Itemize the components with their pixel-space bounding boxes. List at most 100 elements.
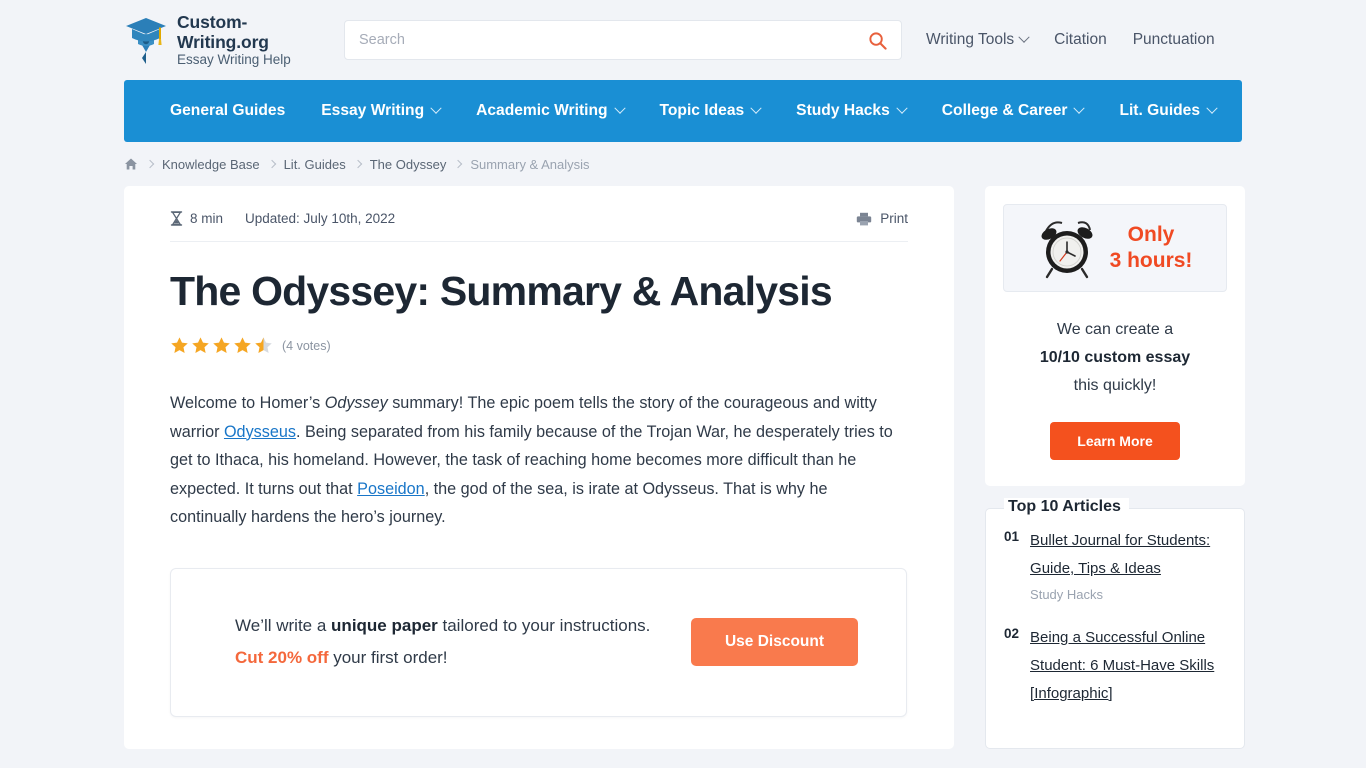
nav-item-study-hacks[interactable]: Study Hacks xyxy=(778,102,924,120)
pitch-line-2: 10/10 custom essay xyxy=(1039,349,1191,366)
promo-discount: Cut 20% off xyxy=(235,648,329,667)
top-articles-card: Top 10 Articles 01 Bullet Journal for St… xyxy=(985,498,1245,749)
updated-label: Updated: July 10th, 2022 xyxy=(245,211,396,226)
nav-item-general-guides[interactable]: General Guides xyxy=(152,102,303,120)
top-nav-label: Citation xyxy=(1054,31,1107,48)
breadcrumb-item-current: Summary & Analysis xyxy=(470,156,590,172)
list-item: 02 Being a Successful Online Student: 6 … xyxy=(1004,624,1226,708)
top-nav-item-punctuation[interactable]: Punctuation xyxy=(1133,31,1215,49)
nav-item-topic-ideas[interactable]: Topic Ideas xyxy=(642,102,779,120)
breadcrumb: Knowledge Base Lit. Guides The Odyssey S… xyxy=(124,142,1366,186)
star-icon xyxy=(192,337,209,354)
breadcrumb-separator-icon xyxy=(454,159,463,169)
urgency-line-1: Only xyxy=(1127,223,1175,246)
chevron-down-icon xyxy=(1206,102,1218,114)
star-half-icon xyxy=(255,337,272,354)
print-button[interactable]: Print xyxy=(856,211,908,226)
article-category: Study Hacks xyxy=(1030,587,1104,602)
article-card: 8 min Updated: July 10th, 2022 Print The… xyxy=(124,186,954,749)
urgency-banner: Only 3 hours! xyxy=(1003,204,1227,292)
promo-text-c: tailored to your instructions. xyxy=(437,616,651,635)
list-item: 01 Bullet Journal for Students: Guide, T… xyxy=(1004,527,1226,602)
breadcrumb-separator-icon xyxy=(267,159,276,169)
chevron-down-icon xyxy=(1073,102,1086,114)
offer-card: Only 3 hours! We can create a 10/10 cust… xyxy=(985,186,1245,486)
printer-icon xyxy=(857,212,872,225)
nav-label: Academic Writing xyxy=(476,102,608,119)
graduation-cap-pen-icon xyxy=(126,17,166,64)
breadcrumb-item-lit-guides[interactable]: Lit. Guides xyxy=(284,157,346,172)
intro-text-1: Welcome to Homer’s xyxy=(170,394,325,412)
article-number: 02 xyxy=(1004,626,1020,641)
breadcrumb-separator-icon xyxy=(145,159,155,169)
article-intro: Welcome to Homer’s Odyssey summary! The … xyxy=(170,389,908,532)
nav-item-essay-writing[interactable]: Essay Writing xyxy=(303,102,458,120)
nav-label: Essay Writing xyxy=(321,102,425,119)
link-odysseus[interactable]: Odysseus xyxy=(224,423,296,441)
chevron-down-icon xyxy=(896,102,908,114)
breadcrumb-separator-icon xyxy=(353,159,362,169)
learn-more-button[interactable]: Learn More xyxy=(1050,422,1180,460)
sidebar: Only 3 hours! We can create a 10/10 cust… xyxy=(985,186,1245,749)
nav-item-lit-guides[interactable]: Lit. Guides xyxy=(1101,102,1234,120)
hourglass-icon xyxy=(170,211,183,226)
page-title: The Odyssey: Summary & Analysis xyxy=(170,268,833,314)
promo-text-a: We’ll write a xyxy=(235,616,332,635)
print-label: Print xyxy=(880,211,908,226)
top-nav-item-citation[interactable]: Citation xyxy=(1054,31,1107,49)
alarm-clock-icon xyxy=(1041,221,1093,279)
site-logo[interactable]: Custom-Writing.org Essay Writing Help xyxy=(124,12,320,68)
site-header: Custom-Writing.org Essay Writing Help Wr… xyxy=(0,0,1366,80)
article-link[interactable]: Being a Successful Online Student: 6 Mus… xyxy=(1030,629,1214,702)
article-body: Being a Successful Online Student: 6 Mus… xyxy=(1030,624,1226,708)
nav-label: General Guides xyxy=(170,102,286,119)
top-nav-label: Writing Tools xyxy=(926,31,1015,48)
pitch-line-3: this quickly! xyxy=(1073,377,1157,394)
search-input[interactable] xyxy=(359,32,868,48)
nav-item-college-career[interactable]: College & Career xyxy=(924,102,1102,120)
logo-title: Custom-Writing.org xyxy=(177,12,269,53)
home-icon[interactable] xyxy=(124,157,138,171)
promo-line-2: Cut 20% off your first order! xyxy=(235,642,691,674)
rating: (4 votes) xyxy=(170,336,908,355)
main-navigation: General Guides Essay Writing Academic Wr… xyxy=(124,80,1242,142)
breadcrumb-item-the-odyssey[interactable]: The Odyssey xyxy=(370,157,447,172)
read-time: 8 min xyxy=(170,211,223,226)
promo-text: We’ll write a unique paper tailored to y… xyxy=(235,610,691,674)
article-meta-row: 8 min Updated: July 10th, 2022 Print xyxy=(170,210,908,242)
search-bar[interactable] xyxy=(344,20,902,60)
chevron-down-icon xyxy=(613,102,626,114)
pitch-line-1: We can create a xyxy=(1056,321,1174,338)
urgency-line-2: 3 hours! xyxy=(1109,249,1193,272)
top-nav-label: Punctuation xyxy=(1132,31,1215,48)
star-icon xyxy=(213,337,230,354)
intro-emphasis: Odyssey xyxy=(324,394,388,412)
article-meta-left: 8 min Updated: July 10th, 2022 xyxy=(170,211,395,226)
article-link[interactable]: Bullet Journal for Students: Guide, Tips… xyxy=(1030,532,1210,577)
breadcrumb-item-knowledge-base[interactable]: Knowledge Base xyxy=(162,157,260,172)
chevron-down-icon xyxy=(750,102,762,114)
logo-subtitle: Essay Writing Help xyxy=(177,52,291,68)
updated-date: Updated: July 10th, 2022 xyxy=(245,211,395,226)
use-discount-button[interactable]: Use Discount xyxy=(691,618,858,666)
star-icon xyxy=(171,337,188,354)
discount-promo-box: We’ll write a unique paper tailored to y… xyxy=(170,567,907,717)
chevron-down-icon xyxy=(1018,31,1030,43)
top-nav-item-writing-tools[interactable]: Writing Tools xyxy=(926,31,1030,49)
link-poseidon[interactable]: Poseidon xyxy=(357,480,425,498)
nav-item-academic-writing[interactable]: Academic Writing xyxy=(458,102,641,120)
offer-pitch: We can create a 10/10 custom essay this … xyxy=(1003,316,1227,400)
votes-count: (4 votes) xyxy=(282,338,331,353)
nav-label: Study Hacks xyxy=(796,102,890,119)
top-articles-title: Top 10 Articles xyxy=(1004,498,1129,516)
article-body: Bullet Journal for Students: Guide, Tips… xyxy=(1030,527,1226,602)
page-body: 8 min Updated: July 10th, 2022 Print The… xyxy=(0,186,1366,749)
read-time-label: 8 min xyxy=(190,211,224,226)
star-rating[interactable] xyxy=(170,336,273,355)
promo-line-1: We’ll write a unique paper tailored to y… xyxy=(235,610,691,642)
article-number: 01 xyxy=(1004,529,1020,544)
urgency-text: Only 3 hours! xyxy=(1110,222,1193,274)
search-icon[interactable] xyxy=(868,31,887,50)
main-navigation-wrapper: General Guides Essay Writing Academic Wr… xyxy=(0,80,1366,142)
promo-discount-rest: your first order! xyxy=(328,648,448,667)
